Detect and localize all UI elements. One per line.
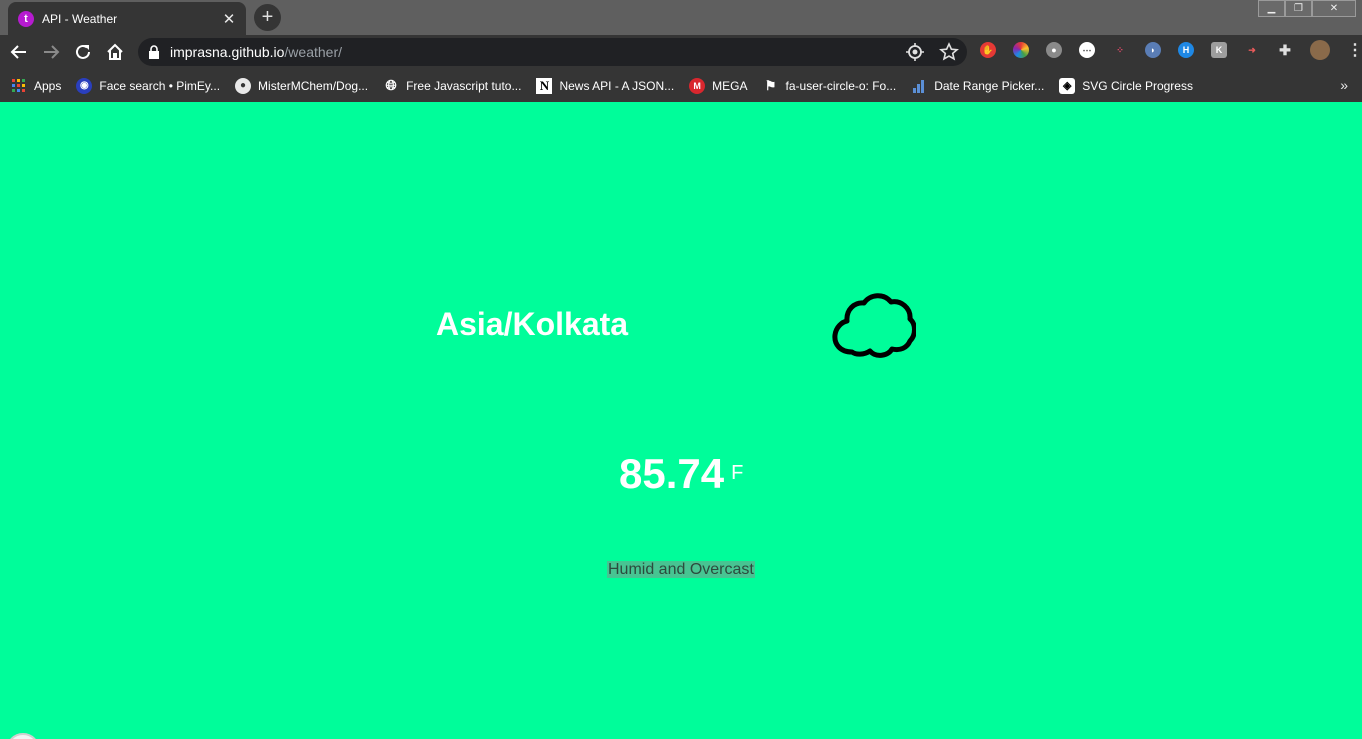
bookmark-label: MisterMChem/Dog... [258, 78, 369, 93]
dots-extension-icon[interactable]: ⋯ [1079, 42, 1095, 58]
bookmark-label: Face search • PimEy... [99, 78, 221, 93]
github-icon: ● [235, 77, 252, 94]
bar-chart-icon [911, 78, 927, 94]
color-picker-extension-icon[interactable] [1013, 42, 1029, 58]
h-extension-icon[interactable]: H [1178, 42, 1194, 58]
adblock-extension-icon[interactable]: ✋ [980, 42, 996, 58]
restore-button[interactable]: ❐ [1285, 0, 1312, 17]
new-tab-button[interactable]: + [254, 4, 281, 31]
bookmarks-bar: Apps ◉ Face search • PimEy... ● MisterMC… [0, 69, 1362, 102]
bookmark-mega[interactable]: M MEGA [689, 77, 748, 94]
reload-icon [76, 44, 90, 59]
flag-icon: ⚑ [764, 77, 777, 93]
bookmark-github[interactable]: ● MisterMChem/Dog... [235, 77, 369, 94]
tab-close-icon[interactable]: ✕ [220, 10, 238, 28]
pink-extension-icon[interactable]: ⁘ [1112, 42, 1128, 58]
window-controls: ▁ ❐ ✕ [1258, 0, 1356, 17]
bookmark-label: MEGA [712, 78, 748, 93]
bookmark-label: Free Javascript tuto... [406, 78, 522, 93]
home-button[interactable] [103, 40, 127, 64]
mega-icon: M [689, 77, 706, 94]
cloud-icon [832, 293, 916, 358]
browser-tab[interactable]: t API - Weather ✕ [8, 2, 246, 35]
bookmark-date-range-picker[interactable]: Date Range Picker... [911, 78, 1044, 94]
temperature-unit-toggle[interactable]: F [731, 462, 743, 485]
codepen-icon: ◈ [1059, 77, 1076, 94]
bookmark-news-api[interactable]: N News API - A JSON... [536, 77, 675, 94]
bookmark-label: fa-user-circle-o: Fo... [785, 78, 897, 93]
bookmark-label: Apps [34, 78, 62, 93]
newsapi-icon: N [536, 77, 553, 94]
location-timezone: Asia/Kolkata [436, 306, 629, 342]
tab-title: API - Weather [42, 11, 118, 26]
bookmark-svg-circle-progress[interactable]: ◈ SVG Circle Progress [1059, 77, 1193, 94]
pimeyes-icon: ◉ [76, 77, 93, 94]
globe-icon: 🌐︎ [385, 77, 397, 93]
reload-button[interactable] [71, 40, 95, 64]
moon-extension-icon[interactable]: ◗ [1145, 42, 1161, 58]
tab-favicon-icon: t [18, 10, 34, 27]
close-window-button[interactable]: ✕ [1312, 0, 1356, 17]
browser-toolbar: imprasna.github.io/weather/ ✋ ● ⋯ ⁘ ◗ H … [0, 35, 1362, 69]
temperature-value: 85.74 [619, 450, 725, 497]
forward-arrow-icon [44, 45, 60, 59]
browser-titlebar: t API - Weather ✕ + ▁ ❐ ✕ [0, 0, 1362, 35]
url-path: /weather/ [284, 44, 342, 60]
weather-page: Asia/Kolkata 85.74 F Humid and Overcast [0, 102, 1362, 739]
bookmark-javascript-tutorial[interactable]: 🌐︎ Free Javascript tuto... [383, 77, 522, 94]
url-host: imprasna.github.io [170, 44, 285, 60]
bookmark-label: News API - A JSON... [559, 78, 675, 93]
back-button[interactable] [7, 40, 31, 64]
bookmark-pimeyes[interactable]: ◉ Face search • PimEy... [76, 77, 221, 94]
browser-menu-icon[interactable]: ⋮ [1347, 42, 1362, 59]
bookmark-label: SVG Circle Progress [1082, 78, 1193, 93]
apps-grid-icon [11, 78, 27, 94]
home-icon [107, 43, 123, 60]
gray-extension-icon[interactable]: ● [1046, 42, 1062, 58]
bookmarks-overflow-icon[interactable]: » [1340, 77, 1348, 93]
bookmark-label: Date Range Picker... [934, 78, 1045, 93]
back-arrow-icon [10, 45, 26, 59]
puzzle-extensions-icon[interactable]: ✚ [1277, 42, 1293, 58]
lock-icon [149, 45, 159, 59]
k-extension-icon[interactable]: K [1211, 42, 1227, 58]
weather-summary: Humid and Overcast [607, 561, 755, 578]
extensions-row: ✋ ● ⋯ ⁘ ◗ H K ➜ ✚ ⋮ [980, 40, 1362, 60]
corner-circle-widget [6, 733, 40, 739]
address-bar[interactable]: imprasna.github.io/weather/ [138, 38, 967, 66]
profile-avatar[interactable] [1310, 40, 1330, 60]
bookmark-star-icon[interactable] [939, 42, 959, 62]
forward-button[interactable] [39, 40, 63, 64]
bookmark-fontawesome[interactable]: ⚑ fa-user-circle-o: Fo... [763, 78, 897, 94]
temperature-section: 85.74 F [619, 452, 743, 496]
bookmark-apps[interactable]: Apps [11, 78, 61, 94]
location-target-icon[interactable] [905, 42, 925, 62]
minimize-button[interactable]: ▁ [1258, 0, 1285, 17]
arrow-extension-icon[interactable]: ➜ [1244, 42, 1260, 58]
